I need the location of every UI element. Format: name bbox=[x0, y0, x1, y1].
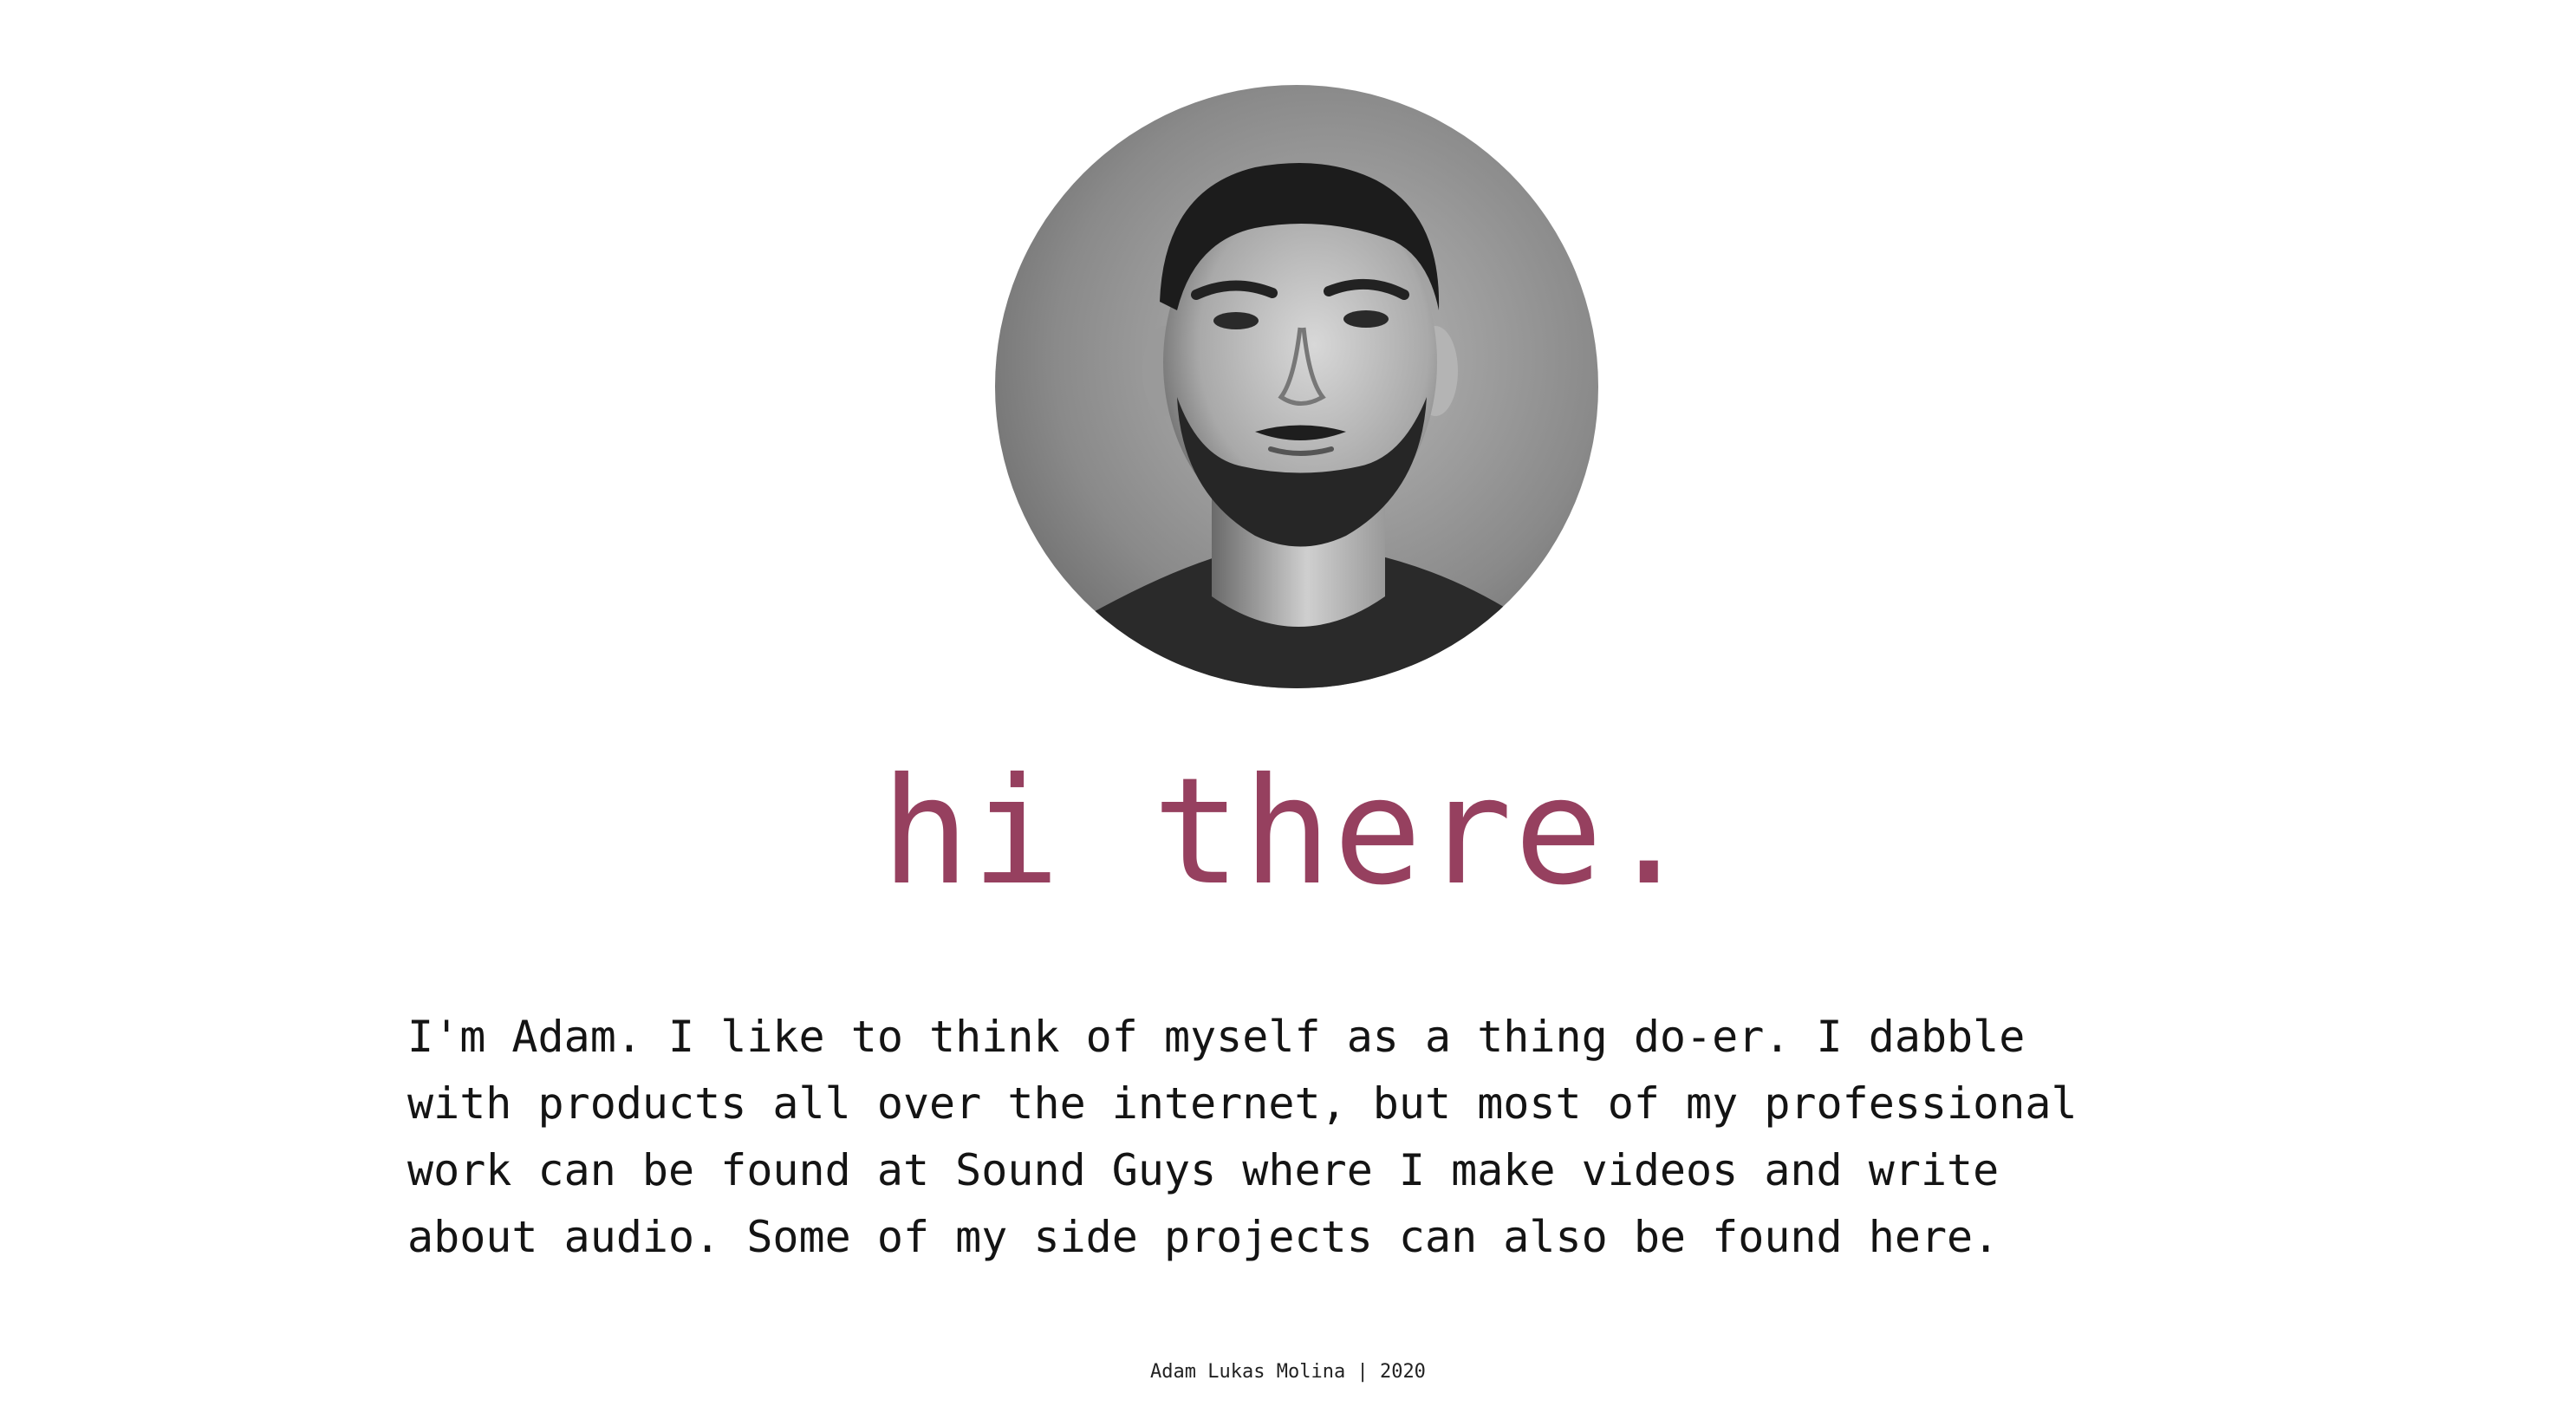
page: hi there. I'm Adam. I like to think of m… bbox=[0, 0, 2576, 1413]
footer-copyright: Adam Lukas Molina | 2020 bbox=[1150, 1361, 1426, 1383]
bio-line: work can be found at Sound Guys where I … bbox=[407, 1145, 2000, 1195]
avatar bbox=[995, 85, 1598, 688]
bio-line: about audio. Some of my side projects ca… bbox=[407, 1212, 2000, 1262]
bio-paragraph: I'm Adam. I like to think of myself as a… bbox=[407, 1004, 2210, 1271]
page-title: hi there. bbox=[881, 746, 1695, 918]
bio-line: I'm Adam. I like to think of myself as a… bbox=[407, 1012, 2026, 1062]
bio-line: with products all over the internet, but… bbox=[407, 1078, 2078, 1129]
portrait-photo bbox=[995, 85, 1598, 688]
